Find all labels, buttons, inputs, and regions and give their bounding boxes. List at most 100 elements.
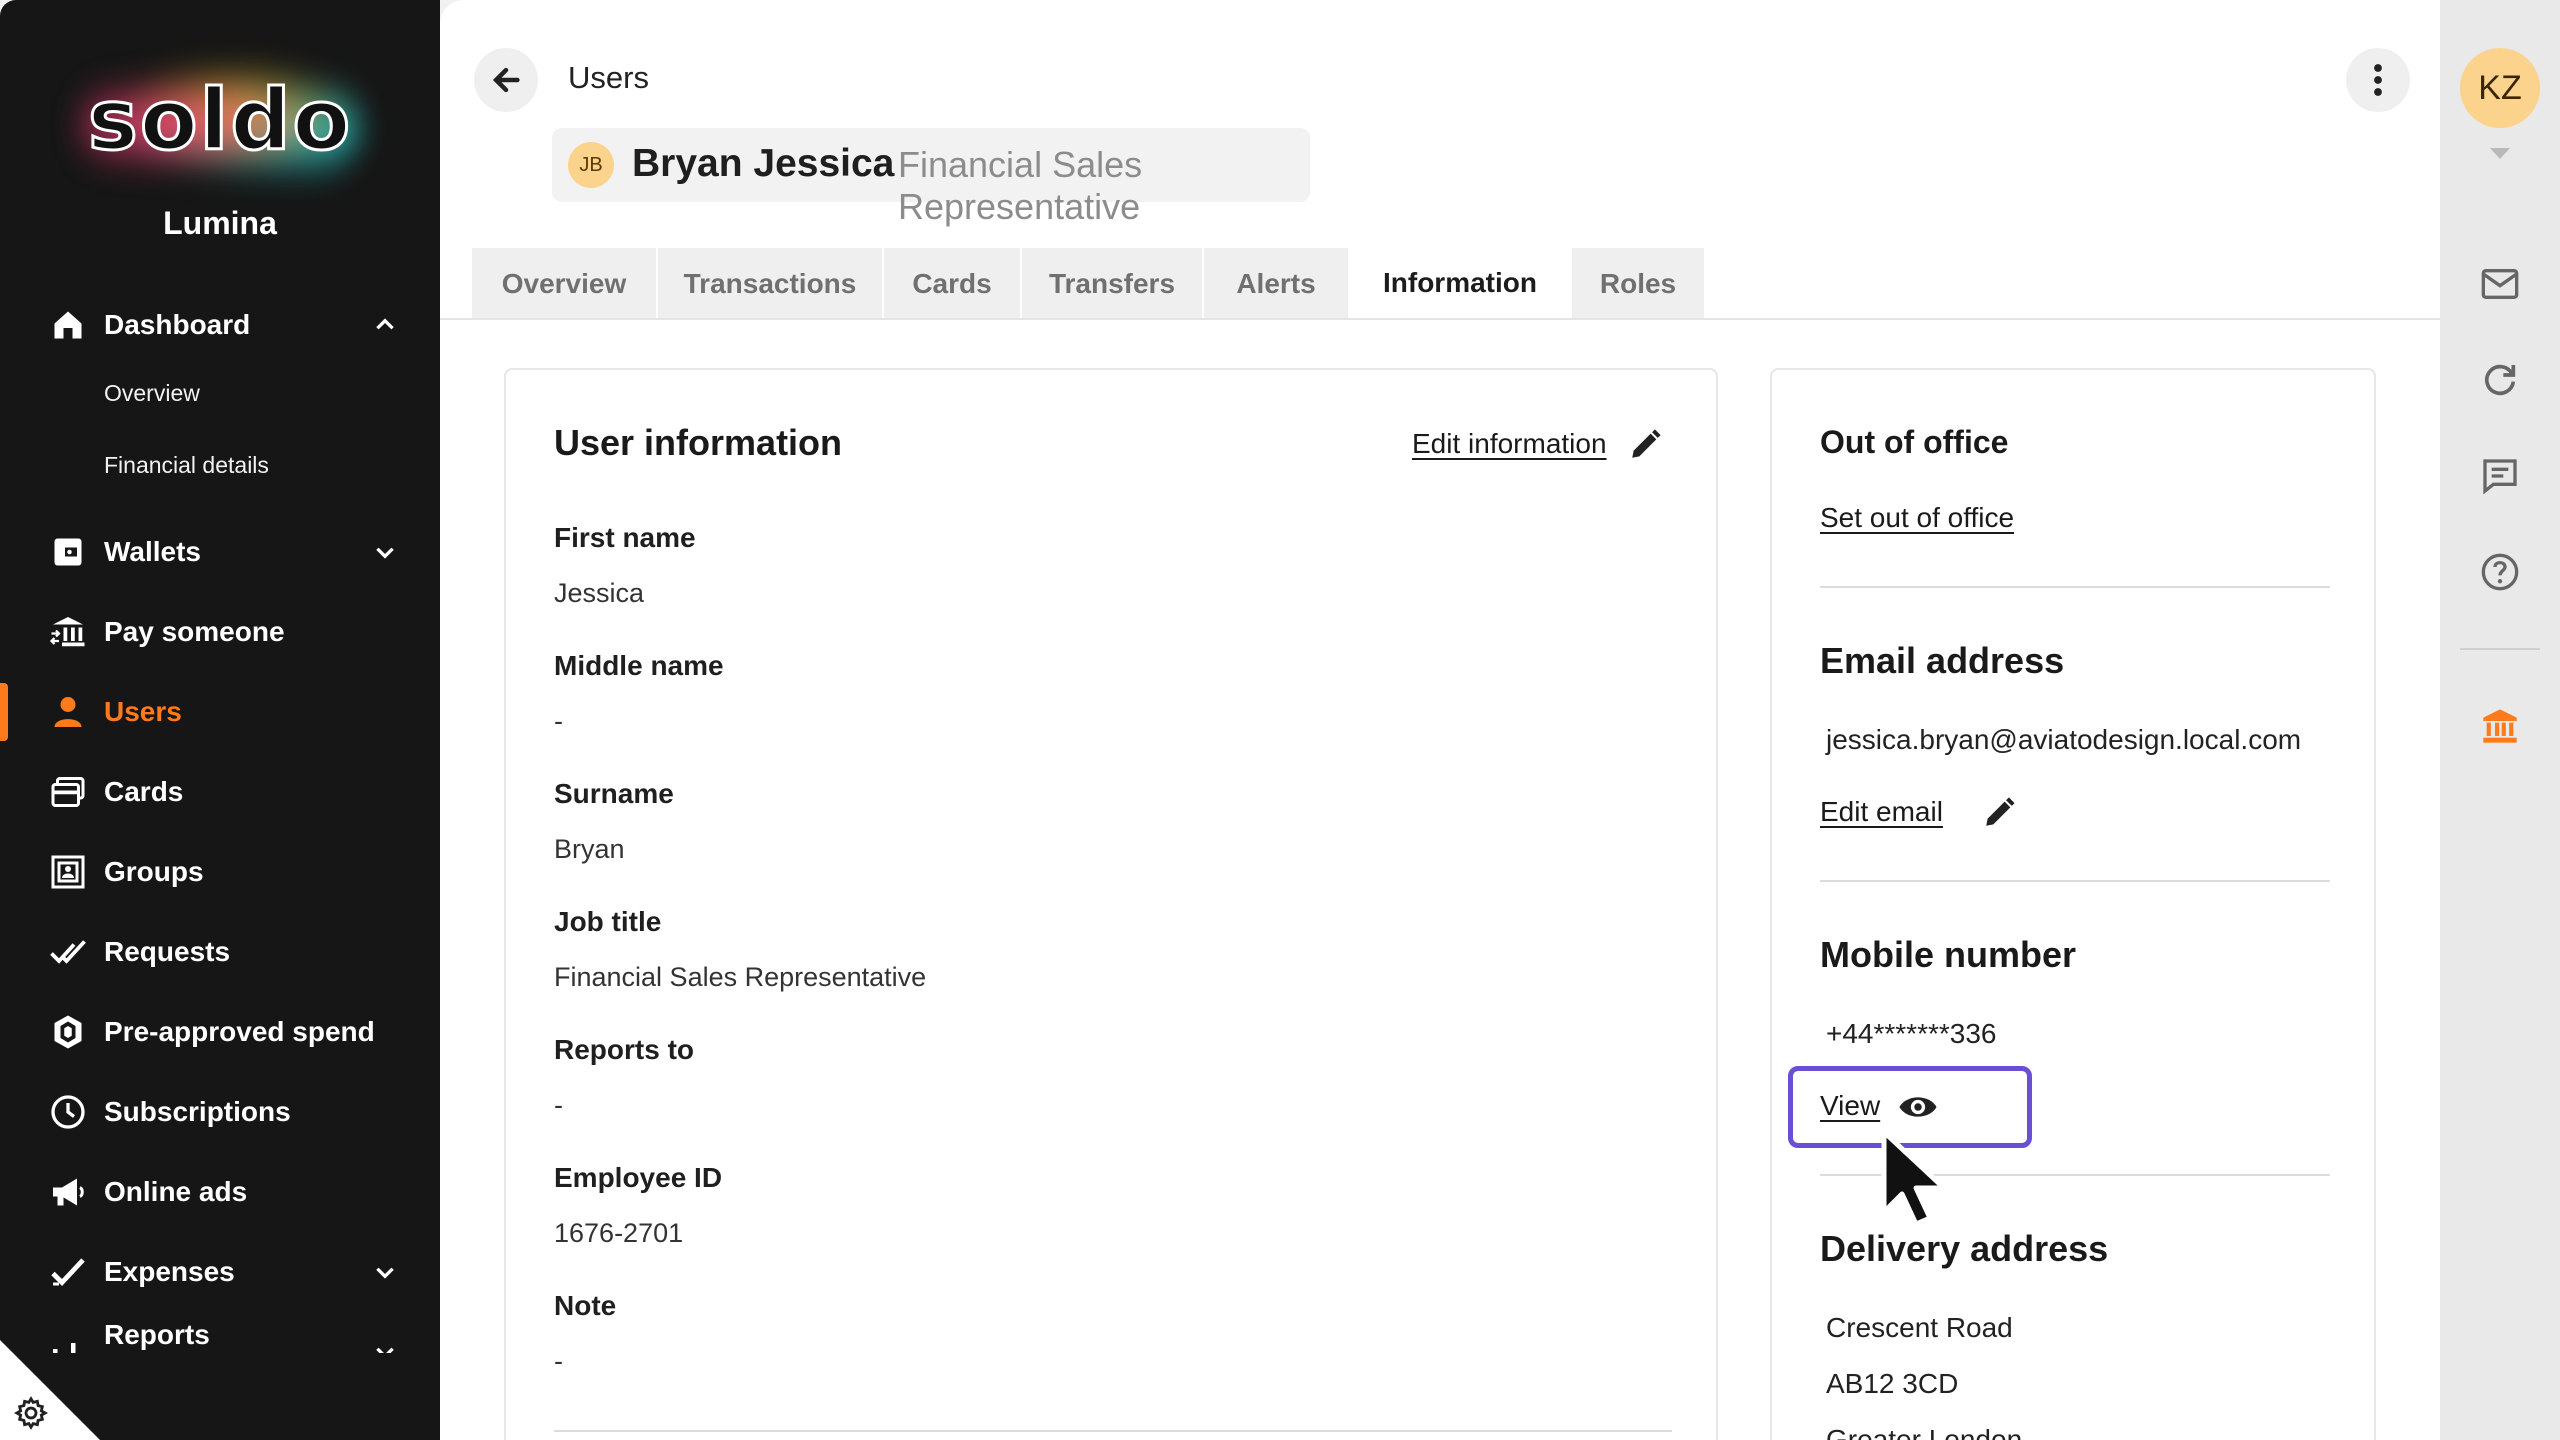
note-label: Note (554, 1290, 617, 1321)
chevron-up-icon[interactable] (372, 312, 398, 338)
sidebar-item-reports[interactable]: Reports (0, 1317, 440, 1353)
tab-cards[interactable]: Cards (884, 248, 1020, 320)
user-role: Financial Sales Representative (898, 144, 1143, 227)
sidebar-item-label: Dashboard (104, 309, 251, 340)
refresh-icon[interactable] (2480, 360, 2520, 400)
reports-to-label: Reports to (554, 1034, 694, 1065)
sidebar-item-online-ads[interactable]: Online ads (0, 1157, 440, 1227)
right-rail: KZ (2440, 0, 2560, 1440)
set-out-of-office-link[interactable]: Set out of office (1820, 502, 2014, 534)
sidebar-item-label: Reports (104, 1319, 210, 1350)
organization-name: Lumina (163, 205, 277, 241)
tab-alerts[interactable]: Alerts (1204, 248, 1348, 320)
help-icon[interactable] (2480, 552, 2520, 592)
sidebar: soldo Lumina Dashboard Overview Financia… (0, 0, 440, 1440)
sidebar-item-expenses[interactable]: Expenses (0, 1237, 440, 1307)
edit-information-link[interactable]: Edit information (1412, 428, 1607, 460)
sidebar-item-dashboard[interactable]: Dashboard (0, 290, 440, 360)
chat-icon[interactable] (2480, 456, 2520, 496)
account-caret-icon[interactable] (2490, 148, 2510, 159)
out-of-office-title: Out of office (1820, 424, 2009, 460)
logo-text: soldo (86, 70, 353, 171)
address-line-2: AB12 3CD (1826, 1368, 1959, 1399)
contact-details-card: Out of office Set out of office Email ad… (1770, 368, 2376, 1440)
sidebar-item-wallets[interactable]: Wallets (0, 517, 440, 587)
delivery-address-title: Delivery address (1820, 1228, 2109, 1269)
mobile-number-value: +44*******336 (1826, 1018, 1997, 1049)
email-value: jessica.bryan@aviatodesign.local.com (1826, 724, 2302, 755)
sidebar-item-label: Cards (104, 776, 184, 807)
sidebar-item-label: Pre-approved spend (104, 1016, 375, 1047)
arrow-left-icon (492, 67, 520, 93)
job-title-label: Job title (554, 906, 662, 937)
sidebar-item-users[interactable]: Users (0, 677, 440, 747)
address-line-1: Crescent Road (1826, 1312, 2013, 1343)
surname-value: Bryan (554, 834, 625, 864)
sidebar-item-pay-someone[interactable]: Pay someone (0, 597, 440, 667)
tab-overview[interactable]: Overview (472, 248, 656, 320)
middle-name-value: - (554, 706, 563, 736)
sidebar-item-subscriptions[interactable]: Subscriptions (0, 1077, 440, 1147)
job-title-value: Financial Sales Representative (554, 962, 927, 992)
email-address-title: Email address (1820, 640, 2065, 681)
tab-roles[interactable]: Roles (1572, 248, 1704, 320)
sidebar-item-label: Users (104, 696, 182, 727)
pencil-icon[interactable] (1628, 428, 1662, 462)
edit-email-link[interactable]: Edit email (1820, 796, 1943, 828)
mail-icon[interactable] (2480, 264, 2520, 304)
cards-icon (51, 777, 85, 807)
sidebar-item-pre-approved-spend[interactable]: Pre-approved spend (0, 997, 440, 1067)
surname-label: Surname (554, 778, 674, 809)
chevron-down-icon[interactable] (372, 1259, 398, 1285)
wallet-icon (54, 538, 82, 566)
more-options-button[interactable] (2346, 48, 2410, 112)
bar-chart-icon (53, 1343, 76, 1353)
first-name-value: Jessica (554, 578, 645, 608)
middle-name-label: Middle name (554, 650, 724, 681)
user-avatar: JB (568, 142, 614, 188)
groups-icon (51, 855, 85, 889)
chevron-down-icon[interactable] (372, 1339, 398, 1353)
reports-to-value: - (554, 1090, 563, 1120)
mouse-cursor-icon (1881, 1129, 1947, 1227)
address-line-3: Greater London (1826, 1424, 2023, 1440)
double-check-icon (50, 940, 86, 964)
employee-id-value: 1676-2701 (554, 1218, 684, 1248)
sidebar-item-overview[interactable]: Overview (104, 380, 200, 407)
settings-corner[interactable] (0, 1340, 100, 1440)
mobile-number-title: Mobile number (1820, 934, 2077, 975)
bank-icon[interactable] (2480, 706, 2520, 746)
tabs-divider (440, 318, 2440, 320)
megaphone-icon (53, 1178, 84, 1206)
back-button[interactable] (474, 48, 538, 112)
tab-transactions[interactable]: Transactions (658, 248, 882, 320)
sidebar-item-label: Pay someone (104, 616, 285, 647)
pencil-icon[interactable] (1982, 796, 2016, 830)
employee-id-label: Employee ID (554, 1162, 723, 1193)
home-icon (54, 311, 82, 339)
sidebar-item-financial-details[interactable]: Financial details (104, 452, 269, 479)
first-name-label: First name (554, 522, 696, 553)
tab-information[interactable]: Information (1350, 246, 1570, 320)
sidebar-item-label: Groups (104, 856, 204, 887)
tab-transfers[interactable]: Transfers (1022, 248, 1202, 320)
rail-divider (2460, 648, 2540, 650)
clock-icon (51, 1095, 85, 1129)
check-icon (51, 1258, 85, 1286)
sidebar-item-label: Online ads (104, 1176, 248, 1207)
user-information-card: User information Edit information First … (504, 368, 1718, 1440)
card-divider (554, 1430, 1672, 1432)
shield-hexagon-icon (54, 1015, 82, 1049)
account-avatar[interactable]: KZ (2460, 48, 2540, 128)
soldo-logo[interactable]: soldo (0, 55, 440, 185)
chevron-down-icon[interactable] (372, 539, 398, 565)
sidebar-item-label: Requests (104, 936, 231, 967)
breadcrumb[interactable]: Users (568, 60, 649, 96)
sidebar-item-cards[interactable]: Cards (0, 757, 440, 827)
user-name: Bryan Jessica (632, 142, 895, 185)
sidebar-item-label: Expenses (104, 1256, 235, 1287)
sidebar-item-groups[interactable]: Groups (0, 837, 440, 907)
user-header-chip: JB Bryan Jessica Financial Sales Represe… (552, 128, 1310, 227)
gear-icon (14, 1396, 48, 1430)
sidebar-item-requests[interactable]: Requests (0, 917, 440, 987)
